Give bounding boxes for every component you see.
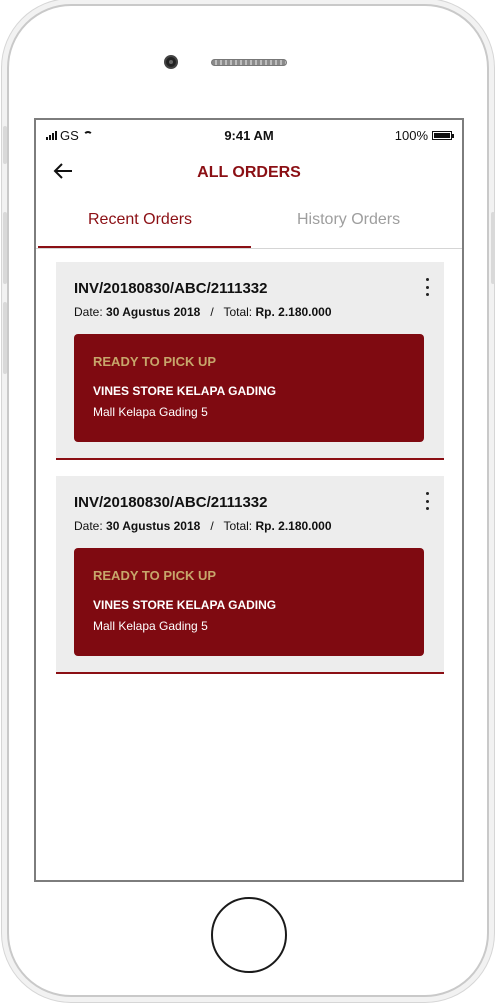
order-date: 30 Agustus 2018 bbox=[106, 519, 201, 533]
more-options-icon[interactable] bbox=[424, 492, 430, 510]
power-button bbox=[491, 212, 495, 284]
app-screen: GS 9:41 AM 100% ALL ORDERS Recent Orders… bbox=[34, 118, 464, 882]
order-tabs: Recent Orders History Orders bbox=[36, 200, 462, 249]
volume-up-button bbox=[3, 212, 7, 284]
order-status-card[interactable]: READY TO PICK UP VINES STORE KELAPA GADI… bbox=[74, 334, 424, 442]
meta-separator: / bbox=[210, 305, 214, 319]
tab-recent-orders[interactable]: Recent Orders bbox=[88, 211, 192, 229]
total-label: Total: bbox=[223, 519, 253, 533]
date-label: Date: bbox=[74, 519, 103, 533]
store-location: Mall Kelapa Gading 5 bbox=[93, 405, 208, 419]
order-status: READY TO PICK UP bbox=[93, 568, 217, 583]
volume-down-button bbox=[3, 302, 7, 374]
battery-icon bbox=[432, 131, 454, 140]
order-meta: Date: 30 Agustus 2018 / Total: Rp. 2.180… bbox=[74, 305, 332, 319]
total-label: Total: bbox=[223, 305, 253, 319]
active-tab-indicator bbox=[38, 246, 251, 248]
date-label: Date: bbox=[74, 305, 103, 319]
more-options-icon[interactable] bbox=[424, 278, 430, 296]
app-header: ALL ORDERS bbox=[36, 150, 462, 194]
store-location: Mall Kelapa Gading 5 bbox=[93, 619, 208, 633]
order-item[interactable]: INV/20180830/ABC/2111332 Date: 30 Agustu… bbox=[56, 476, 444, 674]
order-item[interactable]: INV/20180830/ABC/2111332 Date: 30 Agustu… bbox=[56, 262, 444, 460]
home-button[interactable] bbox=[211, 897, 287, 973]
front-camera bbox=[164, 55, 178, 69]
status-bar: GS 9:41 AM 100% bbox=[36, 120, 462, 150]
meta-separator: / bbox=[210, 519, 214, 533]
order-date: 30 Agustus 2018 bbox=[106, 305, 201, 319]
status-right: 100% bbox=[394, 128, 454, 143]
battery-percent: 100% bbox=[394, 128, 428, 143]
store-name: VINES STORE KELAPA GADING bbox=[93, 384, 277, 398]
order-status-card[interactable]: READY TO PICK UP VINES STORE KELAPA GADI… bbox=[74, 548, 424, 656]
order-status: READY TO PICK UP bbox=[93, 354, 217, 369]
page-title: ALL ORDERS bbox=[197, 164, 301, 181]
order-total: Rp. 2.180.000 bbox=[255, 519, 332, 533]
order-meta: Date: 30 Agustus 2018 / Total: Rp. 2.180… bbox=[74, 519, 332, 533]
earpiece-speaker bbox=[211, 59, 287, 66]
store-name: VINES STORE KELAPA GADING bbox=[93, 598, 277, 612]
order-total: Rp. 2.180.000 bbox=[255, 305, 332, 319]
mute-switch bbox=[3, 126, 7, 164]
order-invoice: INV/20180830/ABC/2111332 bbox=[74, 280, 268, 297]
order-invoice: INV/20180830/ABC/2111332 bbox=[74, 494, 268, 511]
tab-history-orders[interactable]: History Orders bbox=[297, 211, 400, 229]
